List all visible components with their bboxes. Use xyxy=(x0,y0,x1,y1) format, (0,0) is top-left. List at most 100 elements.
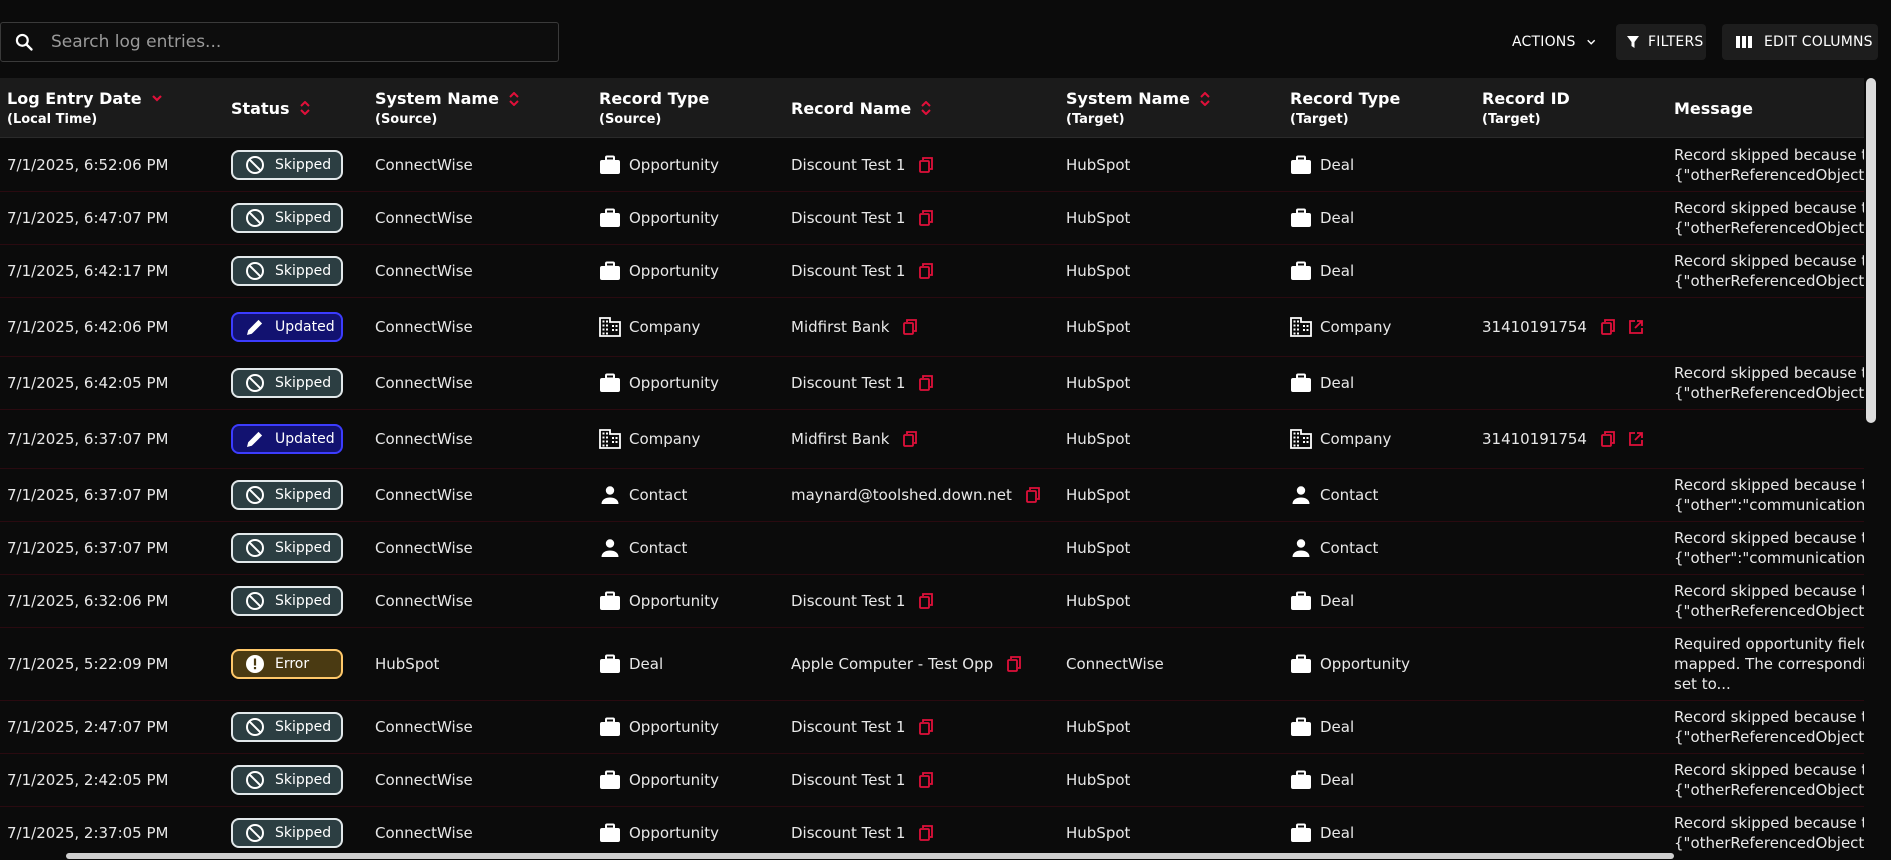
status-cell: Skipped xyxy=(231,357,343,409)
record-name: maynard@toolshed.down.net xyxy=(791,469,1040,521)
message: Record skipped because th {"otherReferen… xyxy=(1674,357,1864,409)
status-badge: Skipped xyxy=(231,586,343,616)
copy-icon[interactable] xyxy=(919,210,934,226)
table-row[interactable]: 7/1/2025, 6:52:06 PM Skipped ConnectWise Op… xyxy=(0,139,1864,192)
open-external-icon[interactable] xyxy=(1629,320,1643,334)
table-row[interactable]: 7/1/2025, 6:42:17 PM Skipped ConnectWise Op… xyxy=(0,245,1864,298)
record-name-label: Discount Test 1 xyxy=(791,771,906,789)
log-date: 7/1/2025, 6:47:07 PM xyxy=(7,209,169,227)
briefcase-icon xyxy=(599,261,629,281)
column-header[interactable]: System Name (Source) xyxy=(375,78,519,138)
table-row[interactable]: 7/1/2025, 2:47:07 PM Skipped ConnectWise Op… xyxy=(0,701,1864,754)
status-badge: Skipped xyxy=(231,480,343,510)
message: Record skipped because th {"otherReferen… xyxy=(1674,192,1864,244)
target-record-type-label: Opportunity xyxy=(1320,655,1411,673)
copy-icon[interactable] xyxy=(919,593,934,609)
column-header-label: Record Type xyxy=(599,89,710,108)
source-record-type-label: Contact xyxy=(629,486,688,504)
edit-columns-button[interactable]: EDIT COLUMNS xyxy=(1722,24,1878,60)
briefcase-icon xyxy=(1290,654,1320,674)
column-header-sublabel: (Source) xyxy=(599,112,662,127)
open-external-icon[interactable] xyxy=(1629,432,1643,446)
table-row[interactable]: 7/1/2025, 6:42:06 PM Updated ConnectWise Co… xyxy=(0,298,1864,357)
copy-icon[interactable] xyxy=(919,719,934,735)
target-system: HubSpot xyxy=(1066,374,1131,392)
briefcase-icon xyxy=(599,717,629,737)
table-row[interactable]: 7/1/2025, 6:37:07 PM Skipped ConnectWise Co… xyxy=(0,522,1864,575)
copy-icon[interactable] xyxy=(903,319,918,335)
status-label: Skipped xyxy=(275,263,332,279)
briefcase-icon xyxy=(599,823,629,843)
message: Record skipped because th {"otherReferen… xyxy=(1674,245,1864,297)
target-record-type-label: Deal xyxy=(1320,824,1355,842)
target-record-type: Company xyxy=(1290,298,1391,356)
horizontal-scrollbar[interactable] xyxy=(0,852,1864,860)
table-row[interactable]: 7/1/2025, 2:42:05 PM Skipped ConnectWise Op… xyxy=(0,754,1864,807)
record-name-label: Midfirst Bank xyxy=(791,318,890,336)
sort-icon[interactable] xyxy=(921,101,931,115)
target-record-type: Deal xyxy=(1290,701,1354,753)
briefcase-icon xyxy=(1290,717,1320,737)
column-header-label: Record Type xyxy=(1290,89,1401,108)
copy-icon[interactable] xyxy=(1007,656,1022,672)
column-header-label: System Name xyxy=(375,89,499,108)
table-row[interactable]: 7/1/2025, 6:32:06 PM Skipped ConnectWise Op… xyxy=(0,575,1864,628)
briefcase-icon xyxy=(599,208,629,228)
copy-icon[interactable] xyxy=(903,431,918,447)
record-name: Discount Test 1 xyxy=(791,754,934,806)
column-header[interactable]: Record Name xyxy=(791,78,931,138)
log-date: 7/1/2025, 2:47:07 PM xyxy=(7,718,169,736)
copy-icon[interactable] xyxy=(919,263,934,279)
status-label: Skipped xyxy=(275,593,332,609)
status-badge: Skipped xyxy=(231,256,343,286)
copy-icon[interactable] xyxy=(919,375,934,391)
record-name-label: Discount Test 1 xyxy=(791,262,906,280)
blocked-icon xyxy=(246,824,264,842)
status-badge: Skipped xyxy=(231,533,343,563)
status-badge: Updated xyxy=(231,424,343,454)
status-badge: Skipped xyxy=(231,818,343,848)
filters-button[interactable]: FILTERS xyxy=(1616,24,1706,60)
target-system: HubSpot xyxy=(1066,539,1131,557)
table-row[interactable]: 7/1/2025, 6:42:05 PM Skipped ConnectWise Op… xyxy=(0,357,1864,410)
log-date: 7/1/2025, 2:37:05 PM xyxy=(7,824,169,842)
sort-icon[interactable] xyxy=(509,91,519,106)
sort-icon[interactable] xyxy=(299,101,310,115)
sort-desc-icon[interactable] xyxy=(151,92,162,106)
search-input[interactable] xyxy=(51,23,551,61)
copy-icon[interactable] xyxy=(1601,431,1615,447)
record-name-label: Discount Test 1 xyxy=(791,718,906,736)
message-text: Record skipped because th {"other":"comm… xyxy=(1674,529,1864,567)
copy-icon[interactable] xyxy=(919,772,934,788)
table-row[interactable]: 7/1/2025, 6:37:07 PM Skipped ConnectWise Co… xyxy=(0,469,1864,522)
column-header[interactable]: System Name (Target) xyxy=(1066,78,1210,138)
copy-icon[interactable] xyxy=(1026,487,1040,503)
briefcase-icon xyxy=(1290,591,1320,611)
filters-label: FILTERS xyxy=(1648,34,1704,50)
vertical-scrollbar-thumb[interactable] xyxy=(1866,78,1876,423)
building-icon xyxy=(1290,317,1320,337)
search-box[interactable] xyxy=(0,22,559,62)
column-header[interactable]: Status xyxy=(231,78,310,138)
sort-icon[interactable] xyxy=(1200,91,1210,106)
column-header-label: System Name xyxy=(1066,89,1190,108)
pencil-icon xyxy=(247,431,263,447)
briefcase-icon xyxy=(1290,823,1320,843)
column-header[interactable]: Log Entry Date (Local Time) xyxy=(7,78,162,138)
log-date: 7/1/2025, 6:42:05 PM xyxy=(7,374,169,392)
record-name: Discount Test 1 xyxy=(791,807,934,852)
table-row[interactable]: 7/1/2025, 6:37:07 PM Updated ConnectWise Co… xyxy=(0,410,1864,469)
copy-icon[interactable] xyxy=(919,825,934,841)
copy-icon[interactable] xyxy=(1601,319,1615,335)
source-record-type: Contact xyxy=(599,522,687,574)
table-row[interactable]: 7/1/2025, 2:37:05 PM Skipped ConnectWise Op… xyxy=(0,807,1864,852)
copy-icon[interactable] xyxy=(919,157,934,173)
horizontal-scrollbar-thumb[interactable] xyxy=(66,853,1674,859)
source-record-type: Opportunity xyxy=(599,245,719,297)
source-system: ConnectWise xyxy=(375,209,473,227)
table-row[interactable]: 7/1/2025, 5:22:09 PM Error HubSpot Deal Appl… xyxy=(0,628,1864,701)
vertical-scrollbar[interactable] xyxy=(1864,78,1891,852)
table-row[interactable]: 7/1/2025, 6:47:07 PM Skipped ConnectWise Op… xyxy=(0,192,1864,245)
building-icon xyxy=(599,317,629,337)
actions-button[interactable]: ACTIONS xyxy=(1506,24,1596,60)
